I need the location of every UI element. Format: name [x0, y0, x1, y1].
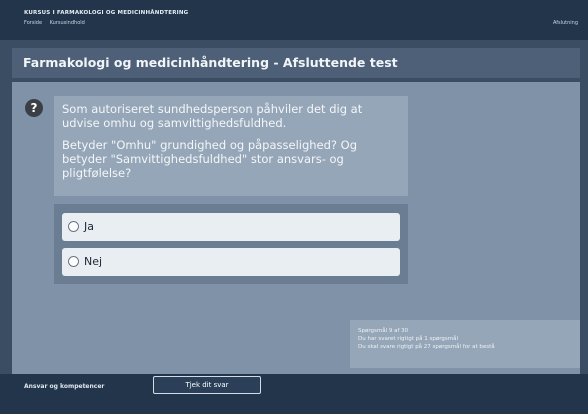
correct-answers-text: Du har svaret rigtigt på 1 spørgsmål: [358, 336, 458, 342]
breadcrumb-item-forside[interactable]: Forside: [24, 20, 42, 26]
status-box: Spørgsmål 9 af 30 Du har svaret rigtigt …: [350, 320, 580, 368]
title-bar: Farmakologi og medicinhåndtering - Afslu…: [12, 48, 580, 78]
answers-panel: Ja Nej: [54, 204, 408, 284]
content-panel: ? Som autoriseret sundhedsperson påhvile…: [12, 82, 580, 374]
answer-option-ja[interactable]: Ja: [62, 213, 400, 241]
answer-option-nej[interactable]: Nej: [62, 248, 400, 276]
pass-requirement-text: Du skal svare rigtigt på 27 spørgsmål fo…: [358, 344, 495, 350]
help-question-icon: ?: [25, 99, 43, 117]
bottom-bar: Ansvar og kompetencer Tjek dit svar: [0, 374, 588, 414]
page-title: Farmakologi og medicinhåndtering - Afslu…: [23, 55, 398, 70]
question-paragraph-2: Betyder "Omhu" grundighed og påpasseligh…: [62, 138, 358, 180]
breadcrumb-item-kursusindhold[interactable]: Kursusindhold: [50, 20, 85, 26]
breadcrumb: Forside Kursusindhold: [24, 20, 91, 26]
radio-button-icon[interactable]: [68, 256, 79, 267]
top-bar: KURSUS I FARMAKOLOGI OG MEDICINHÅNDTERIN…: [0, 0, 588, 40]
answer-label: Nej: [84, 255, 103, 268]
question-paragraph-1: Som autoriseret sundhedsperson påhviler …: [62, 102, 363, 130]
answer-label: Ja: [84, 220, 94, 233]
question-text: Som autoriseret sundhedsperson påhviler …: [62, 102, 392, 188]
question-box: Som autoriseret sundhedsperson påhviler …: [54, 96, 408, 196]
section-label: Ansvar og kompetencer: [24, 383, 105, 390]
question-counter: Spørgsmål 9 af 30: [358, 328, 409, 334]
check-answer-button[interactable]: Tjek dit svar: [153, 376, 261, 394]
top-right-link[interactable]: Afslutning: [553, 20, 578, 26]
radio-button-icon[interactable]: [68, 221, 79, 232]
course-title: KURSUS I FARMAKOLOGI OG MEDICINHÅNDTERIN…: [24, 10, 189, 16]
